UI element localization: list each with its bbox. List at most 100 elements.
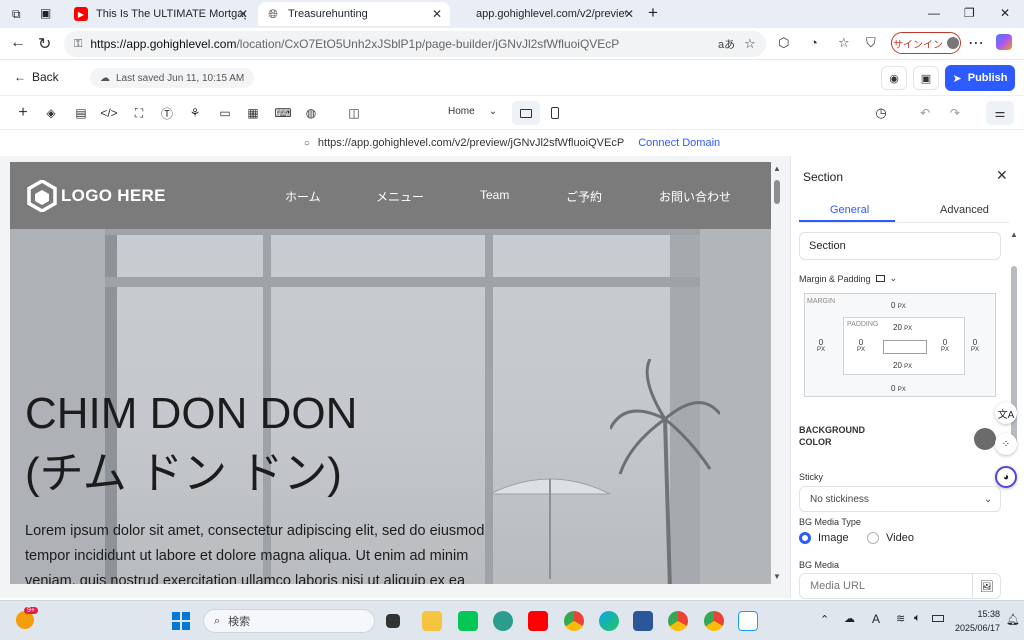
favorites-icon[interactable]: ☆ bbox=[838, 35, 850, 51]
tab-preview[interactable]: app.gohighlevel.com/v2/preview/ ✕ bbox=[452, 2, 642, 26]
pages-icon[interactable]: ▤ bbox=[72, 104, 90, 122]
tab-treasurehunting[interactable]: 🌐︎ Treasurehunting ✕ bbox=[258, 2, 450, 26]
preview-url[interactable]: https://app.gohighlevel.com/v2/preview/j… bbox=[318, 137, 624, 149]
nav-link-reservation[interactable]: ご予約 bbox=[566, 188, 602, 205]
site-preview[interactable]: LOGO HERE ホーム メニュー Team ご予約 お問い合わせ CHIM … bbox=[10, 162, 771, 584]
new-tab-icon[interactable]: + bbox=[648, 3, 658, 23]
tab-actions-icon[interactable]: ▣ bbox=[40, 6, 51, 20]
word-icon[interactable] bbox=[633, 611, 653, 631]
ime-indicator[interactable]: A bbox=[872, 612, 880, 626]
scroll-up-icon[interactable]: ▲ bbox=[773, 164, 781, 173]
wifi-icon[interactable]: ≋ bbox=[896, 612, 905, 625]
page-select[interactable]: Home ⌄ bbox=[448, 106, 497, 117]
app-v-icon[interactable] bbox=[738, 611, 758, 631]
margin-top-value[interactable]: 0 PX bbox=[891, 301, 906, 310]
scroll-up-icon[interactable]: ▲ bbox=[1010, 230, 1018, 239]
background-color-swatch[interactable] bbox=[974, 428, 996, 450]
battery-icon[interactable] bbox=[932, 615, 944, 622]
canvas-scrollbar[interactable]: ▲ ▼ bbox=[773, 164, 781, 584]
hero-title[interactable]: CHIM DON DON (チム ドン ドン) bbox=[25, 384, 357, 504]
split-view-icon[interactable]: ◫ bbox=[345, 104, 363, 122]
nav-link-team[interactable]: Team bbox=[480, 188, 509, 202]
paint-icon[interactable]: ⛶ bbox=[130, 104, 148, 122]
publish-button[interactable]: ➤ Publish bbox=[945, 65, 1015, 91]
nav-link-home[interactable]: ホーム bbox=[285, 188, 321, 205]
text-icon[interactable]: Ⓣ bbox=[158, 104, 176, 122]
radio-image[interactable]: Image bbox=[799, 532, 849, 544]
restore-icon[interactable]: ❐ bbox=[964, 6, 975, 20]
chrome-profile-icon[interactable] bbox=[668, 611, 688, 631]
code-icon[interactable]: </> bbox=[100, 104, 118, 122]
collections-icon[interactable]: ⛉ bbox=[866, 35, 876, 51]
settings-sliders-icon[interactable]: ⚌ bbox=[986, 101, 1014, 125]
padding-top-value[interactable]: 20 PX bbox=[893, 323, 912, 332]
hero-paragraph[interactable]: Lorem ipsum dolor sit amet, consectetur … bbox=[25, 519, 545, 584]
volume-icon[interactable]: 🔈︎ bbox=[914, 612, 921, 625]
nav-link-contact[interactable]: お問い合わせ bbox=[659, 188, 731, 205]
padding-bottom-value[interactable]: 20 PX bbox=[893, 361, 912, 370]
site-header[interactable]: LOGO HERE ホーム メニュー Team ご予約 お問い合わせ bbox=[10, 162, 771, 229]
margin-left-value[interactable]: 0 PX bbox=[817, 338, 825, 353]
minimize-icon[interactable]: — bbox=[928, 6, 940, 20]
history-icon[interactable]: ◷ bbox=[872, 104, 890, 122]
workspaces-icon[interactable]: ⧉ bbox=[12, 7, 21, 22]
app-icon[interactable] bbox=[493, 611, 513, 631]
refresh-icon[interactable]: ↻ bbox=[38, 34, 51, 54]
read-aloud-icon[interactable]: aあ bbox=[718, 36, 735, 52]
copilot-icon[interactable] bbox=[996, 34, 1012, 50]
redo-icon[interactable]: ↷ bbox=[946, 104, 964, 122]
forms-icon[interactable]: ▦ bbox=[244, 104, 262, 122]
media-picker-button[interactable]: 🖼︎ bbox=[973, 573, 1001, 599]
translate-icon[interactable]: 文A bbox=[995, 402, 1017, 424]
close-icon[interactable]: ✕ bbox=[238, 7, 248, 21]
layers-icon[interactable]: ◈ bbox=[42, 104, 60, 122]
terminal-icon[interactable]: ⌨ bbox=[274, 104, 292, 122]
back-button[interactable]: ← Back bbox=[14, 70, 59, 84]
edge-icon[interactable] bbox=[599, 611, 619, 631]
mobile-view-icon[interactable] bbox=[546, 104, 564, 122]
radio-video[interactable]: Video bbox=[867, 532, 914, 544]
close-icon[interactable]: ✕ bbox=[996, 167, 1008, 184]
sticky-select[interactable]: No stickiness ⌄ bbox=[799, 486, 1001, 512]
padding-left-value[interactable]: 0 PX bbox=[857, 338, 865, 353]
taskbar-search[interactable]: ⌕ 検索 bbox=[203, 609, 375, 633]
system-clock[interactable]: 15:38 2025/06/17 bbox=[955, 607, 1000, 635]
apps-icon[interactable]: ⁘ bbox=[995, 433, 1017, 455]
section-name-input[interactable]: Section bbox=[799, 232, 1001, 260]
chat-bot-icon[interactable]: ◕ bbox=[995, 466, 1017, 488]
favorite-star-icon[interactable]: ☆ bbox=[744, 36, 756, 52]
task-view-icon[interactable] bbox=[386, 614, 400, 628]
add-element-icon[interactable]: + bbox=[14, 104, 32, 122]
url-field[interactable]: ⚿ https://app.gohighlevel.com /location/… bbox=[64, 31, 766, 57]
undo-icon[interactable]: ↶ bbox=[916, 104, 934, 122]
scroll-thumb[interactable] bbox=[774, 180, 780, 204]
cloud-icon[interactable]: ☁ bbox=[844, 612, 855, 625]
margin-bottom-value[interactable]: 0 PX bbox=[891, 384, 906, 393]
signin-button[interactable]: サインイン bbox=[891, 32, 961, 54]
tab-youtube[interactable]: ▶ This Is The ULTIMATE Mortgage S ✕ bbox=[66, 2, 256, 26]
padding-right-value[interactable]: 0 PX bbox=[941, 338, 949, 353]
media-url-input[interactable]: Media URL bbox=[799, 573, 973, 599]
site-info-icon[interactable]: ⚿ bbox=[74, 38, 82, 51]
save-button[interactable]: ▣ bbox=[913, 66, 939, 90]
integrations-icon[interactable]: ⚘ bbox=[186, 104, 204, 122]
file-explorer-icon[interactable] bbox=[422, 611, 442, 631]
margin-right-value[interactable]: 0 PX bbox=[971, 338, 979, 353]
youtube-app-icon[interactable] bbox=[528, 611, 548, 631]
close-icon[interactable]: ✕ bbox=[432, 7, 442, 21]
site-logo[interactable]: LOGO HERE bbox=[27, 180, 166, 212]
line-app-icon[interactable] bbox=[458, 611, 478, 631]
chrome-icon[interactable] bbox=[564, 611, 584, 631]
close-icon[interactable]: ✕ bbox=[624, 7, 634, 21]
popup-icon[interactable]: ▭ bbox=[216, 104, 234, 122]
desktop-small-icon[interactable] bbox=[875, 275, 885, 282]
preview-button[interactable]: ◉ bbox=[881, 66, 907, 90]
more-menu-icon[interactable]: ⋯ bbox=[968, 33, 984, 53]
back-arrow-icon[interactable]: ← bbox=[10, 34, 26, 52]
start-button[interactable] bbox=[172, 612, 190, 630]
window-close-icon[interactable]: ✕ bbox=[1000, 6, 1010, 20]
tab-general[interactable]: General bbox=[830, 204, 869, 216]
extensions-icon[interactable]: ⬡ bbox=[778, 35, 789, 51]
scroll-down-icon[interactable]: ▼ bbox=[773, 572, 781, 581]
notification-bell-icon[interactable]: 🔔︎ bbox=[1006, 613, 1020, 626]
